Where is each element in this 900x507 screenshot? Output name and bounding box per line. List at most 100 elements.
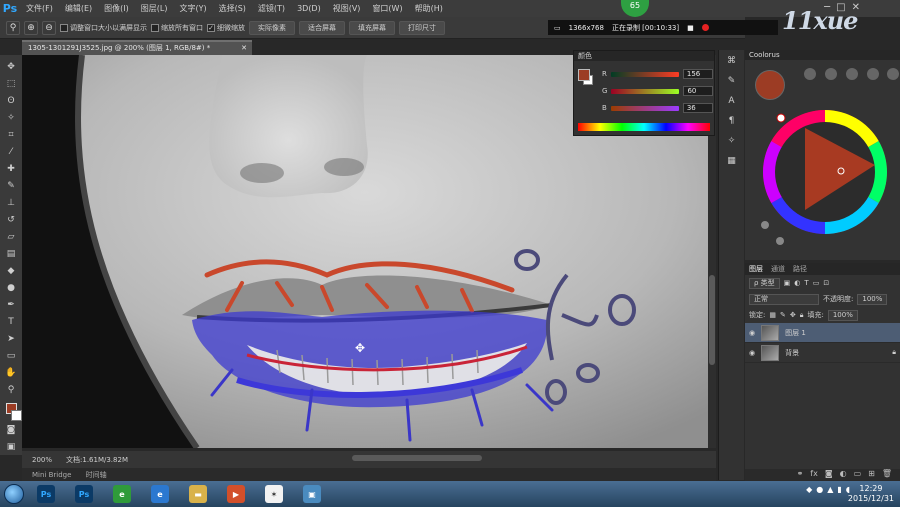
close-icon[interactable]: ✕ (241, 42, 247, 55)
tray-icon[interactable]: ▲ (827, 485, 833, 494)
blue-slider[interactable] (610, 105, 679, 111)
screen-mode-icon[interactable]: ▣ (3, 439, 19, 455)
zoom-all-checkbox[interactable]: 缩放所有窗口 (151, 23, 203, 33)
menu-view[interactable]: 视图(V) (327, 3, 367, 14)
record-icon[interactable] (701, 24, 709, 31)
new-group-icon[interactable]: ▭ (854, 469, 862, 481)
history-brush-icon[interactable]: ↺ (3, 212, 19, 228)
taskbar-explorer[interactable]: ▬ (180, 482, 216, 506)
tray-icon[interactable]: ◆ (806, 485, 812, 494)
eraser-icon[interactable]: ▱ (3, 229, 19, 245)
path-selection-icon[interactable]: ➤ (3, 331, 19, 347)
brush-preset-icons[interactable] (804, 68, 899, 80)
actual-pixels-button[interactable]: 实际像素 (249, 20, 295, 35)
foreground-color-swatch[interactable] (578, 69, 590, 81)
zoom-level[interactable]: 200% (32, 456, 52, 464)
timeline-tab[interactable]: 时间轴 (86, 471, 107, 479)
color-panel-title[interactable]: 颜色 (574, 51, 714, 61)
tool-presets-icon[interactable]: ✧ (725, 136, 739, 150)
checkbox-icon[interactable] (151, 23, 159, 32)
photoshop-logo[interactable]: Ps (0, 0, 20, 17)
new-layer-icon[interactable]: ⊞ (868, 469, 875, 481)
opacity-input[interactable]: 100% (857, 293, 888, 305)
blur-tool-icon[interactable]: ◆ (3, 263, 19, 279)
network-icon[interactable]: ▮ (837, 485, 841, 494)
scrubby-zoom-checkbox[interactable]: ✓ 细微缩放 (207, 23, 245, 33)
menu-file[interactable]: 文件(F) (20, 3, 59, 14)
stop-icon[interactable]: ■ (687, 24, 694, 32)
layers-tab[interactable]: 图层 (749, 263, 763, 275)
taskbar-photoshop-2[interactable]: Ps (66, 482, 102, 506)
lasso-tool-icon[interactable]: ʘ (3, 93, 19, 109)
move-tool-icon[interactable]: ✥ (3, 59, 19, 75)
mini-bridge-tab[interactable]: Mini Bridge (32, 471, 71, 479)
lock-all-icon[interactable]: 🔒︎ (800, 311, 804, 320)
hand-tool-icon[interactable]: ✋ (3, 365, 19, 381)
checkmark-icon[interactable]: ✓ (207, 23, 215, 32)
menu-3d[interactable]: 3D(D) (291, 4, 327, 13)
shape-tool-icon[interactable]: ▭ (3, 348, 19, 364)
link-layers-icon[interactable]: ⚭ (797, 469, 804, 481)
filter-shape-icon[interactable]: ▭ (813, 279, 820, 287)
zoom-out-icon[interactable]: ⊖ (42, 20, 56, 35)
document-tab[interactable]: 1305-1301291J3525.jpg @ 200% (图层 1, RGB/… (22, 40, 252, 55)
marquee-tool-icon[interactable]: ⬚ (3, 76, 19, 92)
dodge-tool-icon[interactable]: ● (3, 280, 19, 296)
blue-value-input[interactable]: 36 (682, 103, 713, 113)
adjustment-layer-icon[interactable]: ◐ (840, 469, 847, 481)
clone-stamp-icon[interactable]: ⊥ (3, 195, 19, 211)
paragraph-icon[interactable]: ¶ (725, 116, 739, 130)
filter-type-icon[interactable]: T (804, 279, 808, 287)
brush-panel-icon[interactable]: ✎ (725, 76, 739, 90)
red-slider[interactable] (610, 71, 679, 77)
tray-icon[interactable]: ● (816, 485, 823, 494)
gradient-tool-icon[interactable]: ▤ (3, 246, 19, 262)
magic-wand-icon[interactable]: ✧ (3, 110, 19, 126)
paths-tab[interactable]: 路径 (793, 263, 807, 275)
swatches-icon[interactable]: ▦ (725, 156, 739, 170)
menu-window[interactable]: 窗口(W) (366, 3, 408, 14)
color-spectrum-bar[interactable] (578, 123, 710, 131)
red-value-input[interactable]: 156 (682, 69, 713, 79)
layer-style-icon[interactable]: fx (810, 469, 818, 481)
lock-image-icon[interactable]: ✎ (780, 311, 786, 319)
layer-row[interactable]: ◉ 背景 🔒︎ (745, 343, 900, 363)
layer-name[interactable]: 背景 (785, 348, 799, 358)
zoom-tool-side-icon[interactable]: ⚲ (3, 382, 19, 398)
green-value-input[interactable]: 60 (683, 86, 714, 96)
taskbar-browser[interactable]: e (104, 482, 140, 506)
menu-edit[interactable]: 编辑(E) (59, 3, 98, 14)
layer-row[interactable]: ◉ 图层 1 (745, 323, 900, 343)
menu-help[interactable]: 帮助(H) (409, 3, 449, 14)
quick-mask-icon[interactable]: ◙ (3, 422, 19, 438)
coolorus-title[interactable]: Coolorus (745, 50, 900, 60)
color-wheel[interactable] (745, 60, 900, 260)
scrollbar-thumb[interactable] (709, 275, 715, 365)
menu-select[interactable]: 选择(S) (213, 3, 252, 14)
filter-adjust-icon[interactable]: ◐ (794, 279, 800, 287)
checkbox-icon[interactable] (60, 23, 68, 32)
layer-kind-filter[interactable]: ρ 类型 (749, 277, 780, 289)
system-clock[interactable]: 12:29 2015/12/31 (848, 484, 894, 504)
visibility-eye-icon[interactable]: ◉ (749, 329, 755, 337)
resize-window-checkbox[interactable]: 调整窗口大小以满屏显示 (60, 23, 147, 33)
pen-tool-icon[interactable]: ✒ (3, 297, 19, 313)
zoom-in-icon[interactable]: ⊕ (24, 20, 38, 35)
taskbar-app[interactable]: ✶ (256, 482, 292, 506)
healing-brush-icon[interactable]: ✚ (3, 161, 19, 177)
print-size-button[interactable]: 打印尺寸 (399, 20, 445, 35)
horizontal-scrollbar[interactable] (352, 455, 482, 461)
filter-smart-icon[interactable]: ⊡ (823, 279, 829, 287)
menu-filter[interactable]: 滤镜(T) (252, 3, 291, 14)
taskbar-viewer[interactable]: ▣ (294, 482, 330, 506)
layer-name[interactable]: 图层 1 (785, 328, 806, 338)
menu-image[interactable]: 图像(I) (98, 3, 135, 14)
taskbar-ie[interactable]: e (142, 482, 178, 506)
lock-position-icon[interactable]: ✥ (790, 311, 796, 319)
taskbar-photoshop[interactable]: Ps (28, 482, 64, 506)
blend-mode-select[interactable]: 正常 (749, 293, 819, 305)
menu-layer[interactable]: 图层(L) (135, 3, 174, 14)
history-icon[interactable]: ⌘ (725, 56, 739, 70)
fill-input[interactable]: 100% (827, 309, 858, 321)
visibility-eye-icon[interactable]: ◉ (749, 349, 755, 357)
